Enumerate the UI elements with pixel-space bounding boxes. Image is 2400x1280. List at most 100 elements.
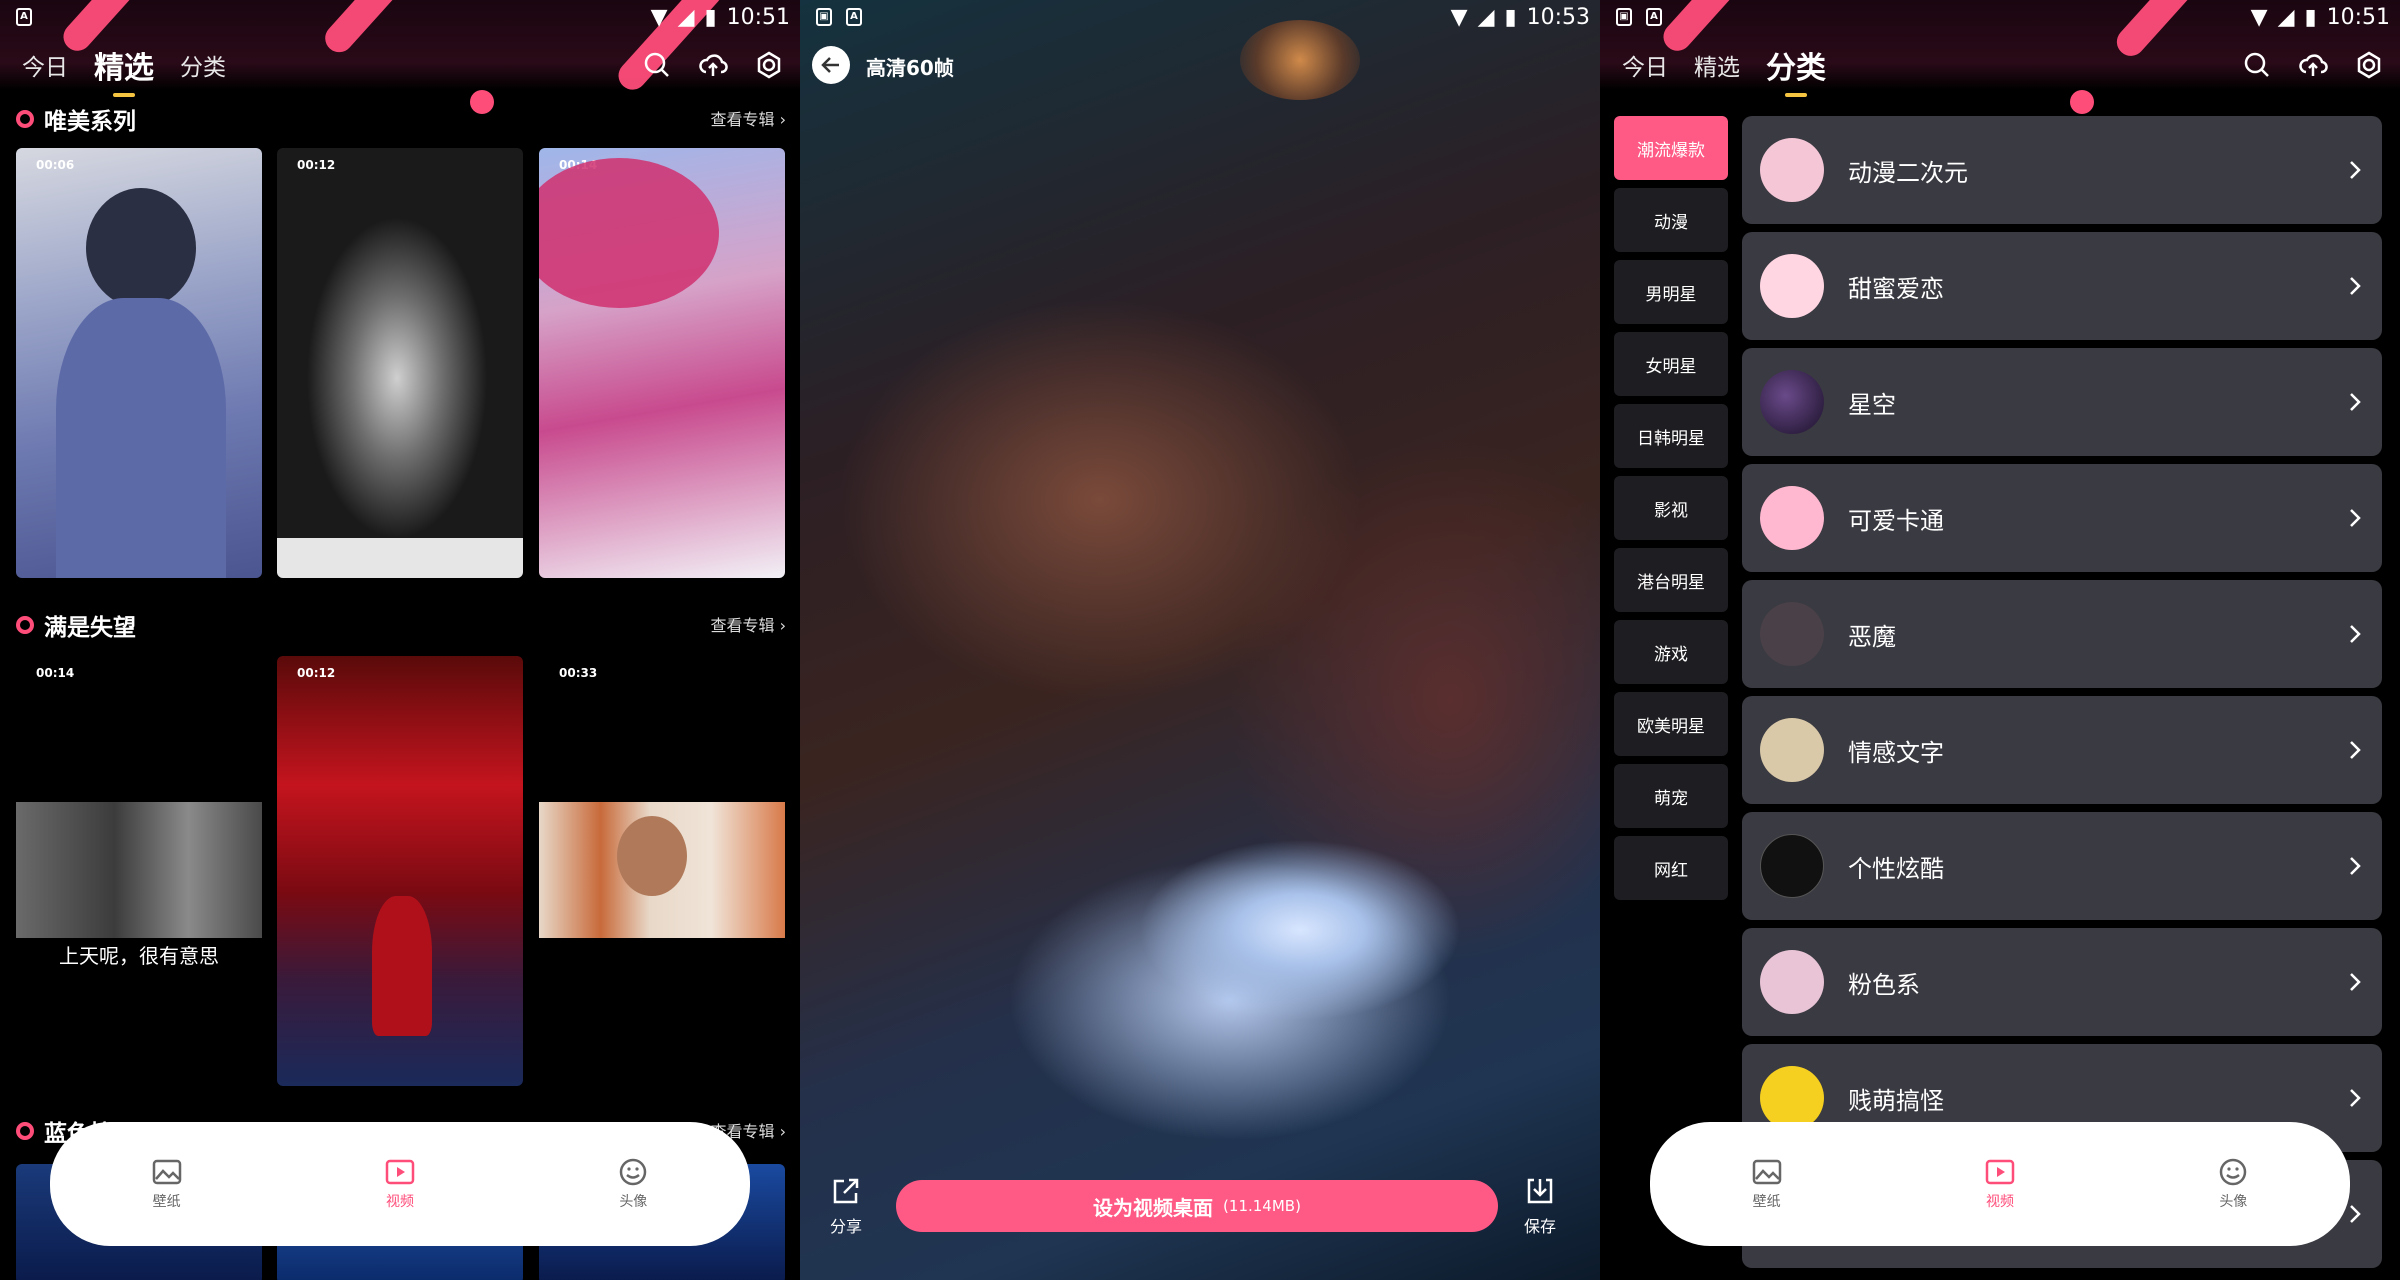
video-thumbnail[interactable]: 00:12 (277, 656, 523, 1086)
chevron-right-icon (2350, 625, 2361, 643)
upload-cloud-icon[interactable] (2298, 50, 2328, 80)
section-ring-icon (16, 616, 34, 634)
share-button[interactable]: 分享 (830, 1175, 862, 1237)
wifi-icon: ▼ (650, 4, 668, 30)
video-thumbnail[interactable]: 00:14 上天呢，很有意思 (16, 656, 262, 1086)
category-item[interactable]: 男明星 (1614, 260, 1728, 324)
video-preview[interactable] (800, 0, 1600, 1280)
chevron-right-icon (2350, 741, 2361, 759)
section-title: 唯美系列 (16, 102, 136, 136)
category-item[interactable]: 欧美明星 (1614, 692, 1728, 756)
status-bar: A ▼ ◢ ▮ 10:51 (0, 0, 800, 34)
video-caption: 上天呢，很有意思 (59, 944, 219, 968)
category-item[interactable]: 萌宠 (1614, 764, 1728, 828)
battery-icon: ▮ (2304, 4, 2317, 30)
avatar (1760, 370, 1824, 434)
list-item[interactable]: 个性炫酷 (1742, 812, 2382, 920)
video-preview-screen: ▣ A ▼ ◢ ▮ 10:53 高清60帧 分享 设为视频桌面 (11.14MB… (800, 0, 1600, 1280)
chevron-right-icon (2350, 1089, 2361, 1107)
set-video-wallpaper-button[interactable]: 设为视频桌面 (11.14MB) (896, 1180, 1498, 1232)
search-icon[interactable] (2242, 50, 2272, 80)
nav-video[interactable]: 视频 (1940, 1157, 2060, 1211)
wallpaper-icon (1752, 1159, 1781, 1185)
section-title: 满是失望 (16, 608, 136, 642)
video-frame (16, 802, 262, 938)
tab-featured[interactable]: 精选 (1694, 48, 1740, 82)
artwork-ground (277, 538, 523, 578)
section-ring-icon (16, 110, 34, 128)
nav-avatar[interactable]: 头像 (2173, 1157, 2293, 1211)
list-item[interactable]: 粉色系 (1742, 928, 2382, 1036)
list-item-label: 贱萌搞怪 (1848, 1086, 1944, 1115)
avatar (1760, 486, 1824, 550)
list-item[interactable]: 动漫二次元 (1742, 116, 2382, 224)
list-item[interactable]: 恶魔 (1742, 580, 2382, 688)
video-thumbnail[interactable]: 00:33 (539, 656, 785, 1086)
category-item[interactable]: 港台明星 (1614, 548, 1728, 612)
chevron-right-icon (2350, 1205, 2361, 1223)
signal-icon: ◢ (1477, 4, 1495, 30)
video-thumbnail[interactable]: 00:12 (277, 148, 523, 578)
top-nav: 今日 精选 分类 (1622, 40, 2384, 97)
status-bar: ▣ A ▼ ◢ ▮ 10:53 (800, 0, 1600, 34)
category-item[interactable]: 潮流爆款 (1614, 116, 1728, 180)
nav-label: 视频 (385, 1194, 414, 1210)
list-item[interactable]: 甜蜜爱恋 (1742, 232, 2382, 340)
video-duration: 00:14 (36, 666, 75, 680)
category-item[interactable]: 动漫 (1614, 188, 1728, 252)
nav-video[interactable]: 视频 (340, 1157, 460, 1211)
category-item[interactable]: 影视 (1614, 476, 1728, 540)
nav-label: 壁纸 (1752, 1194, 1781, 1210)
save-button[interactable]: 保存 (1524, 1175, 1556, 1237)
avatar (1760, 602, 1824, 666)
nav-wallpaper[interactable]: 壁纸 (107, 1157, 227, 1211)
notification-icon: A (846, 8, 862, 26)
avatar (1760, 254, 1824, 318)
avatar-face-icon (2220, 1158, 2247, 1186)
avatar (1760, 138, 1824, 202)
artwork-umbrella (539, 158, 719, 308)
bottom-nav: 壁纸 视频 头像 (1650, 1122, 2350, 1246)
settings-gear-icon[interactable] (2354, 50, 2384, 80)
featured-screen: A ▼ ◢ ▮ 10:51 今日 精选 分类 唯美系列 查看专辑 › 00:06… (0, 0, 800, 1280)
bottom-nav: 壁纸 视频 头像 (50, 1122, 750, 1246)
avatar (1760, 1066, 1824, 1130)
tab-today[interactable]: 今日 (22, 48, 68, 82)
back-button[interactable] (812, 46, 850, 84)
nav-label: 头像 (619, 1194, 648, 1210)
search-icon[interactable] (642, 50, 672, 80)
category-item[interactable]: 网红 (1614, 836, 1728, 900)
avatar (1760, 950, 1824, 1014)
list-item-label: 个性炫酷 (1848, 854, 1944, 883)
section-title-text: 唯美系列 (44, 109, 136, 135)
video-thumbnail[interactable]: 00:06 (16, 148, 262, 578)
chevron-right-icon (2350, 509, 2361, 527)
tab-category[interactable]: 分类 (1766, 43, 1826, 97)
view-album-link[interactable]: 查看专辑 › (711, 106, 787, 130)
video-thumbnail[interactable]: 00:14 (539, 148, 785, 578)
chevron-right-icon (2350, 857, 2361, 875)
upload-cloud-icon[interactable] (698, 50, 728, 80)
video-duration: 00:12 (297, 666, 336, 680)
header-dot (470, 90, 494, 114)
nav-avatar[interactable]: 头像 (573, 1157, 693, 1211)
tab-featured[interactable]: 精选 (94, 43, 154, 97)
view-album-link[interactable]: 查看专辑 › (711, 612, 787, 636)
nav-wallpaper[interactable]: 壁纸 (1707, 1157, 1827, 1211)
file-size: (11.14MB) (1223, 1197, 1301, 1215)
artwork-face (617, 816, 687, 896)
category-item[interactable]: 游戏 (1614, 620, 1728, 684)
save-label: 保存 (1524, 1217, 1557, 1236)
list-item-label: 动漫二次元 (1848, 158, 1968, 187)
list-item-label: 恶魔 (1848, 622, 1896, 651)
artwork-figure (372, 896, 432, 1036)
tab-today[interactable]: 今日 (1622, 48, 1668, 82)
settings-gear-icon[interactable] (754, 50, 784, 80)
list-item[interactable]: 情感文字 (1742, 696, 2382, 804)
share-label: 分享 (830, 1217, 863, 1236)
category-item[interactable]: 日韩明星 (1614, 404, 1728, 468)
list-item[interactable]: 可爱卡通 (1742, 464, 2382, 572)
tab-category[interactable]: 分类 (180, 48, 226, 82)
category-item[interactable]: 女明星 (1614, 332, 1728, 396)
list-item[interactable]: 星空 (1742, 348, 2382, 456)
